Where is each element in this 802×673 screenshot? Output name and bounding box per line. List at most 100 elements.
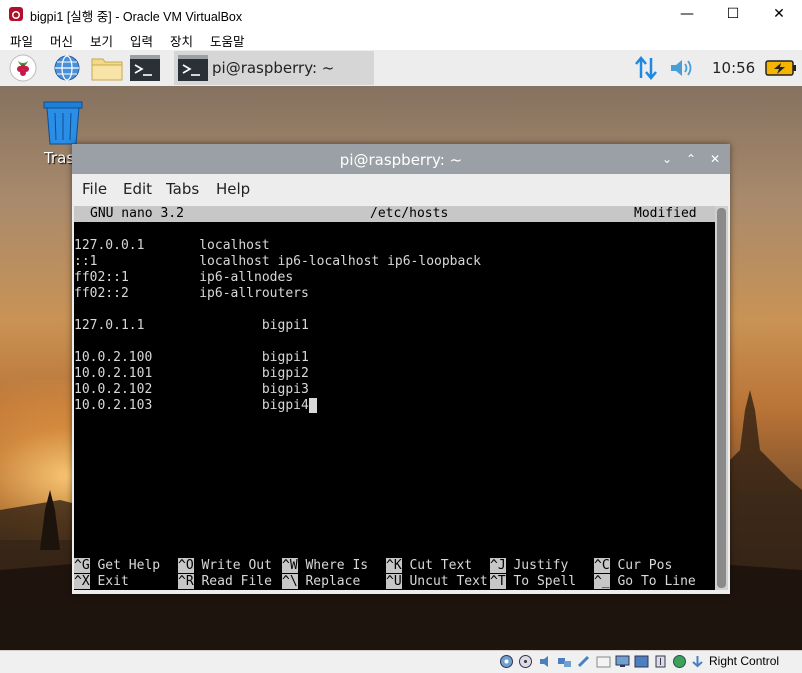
nano-shortcut: ^X Exit	[74, 574, 129, 590]
nano-shortcut-key: ^X	[74, 574, 90, 589]
nano-file-line: 10.0.2.102 bigpi3	[74, 382, 309, 397]
nano-shortcut: ^\ Replace	[282, 574, 360, 590]
terminal-menu-help[interactable]: Help	[216, 180, 250, 198]
display-status-icon[interactable]	[615, 654, 630, 669]
nano-file-line: ff02::1 ip6-allnodes	[74, 270, 294, 285]
optical-drive-status-icon[interactable]	[518, 654, 533, 669]
globe-icon	[54, 55, 80, 81]
nano-shortcut: ^C Cur Pos	[594, 558, 672, 574]
nano-shortcut-label: Get Help	[89, 558, 161, 573]
nano-shortcut-key: ^_	[594, 574, 610, 589]
terminal-menu-tabs[interactable]: Tabs	[166, 180, 199, 198]
nano-file-line: 10.0.2.100 bigpi1	[74, 350, 309, 365]
nano-filename: /etc/hosts	[370, 206, 449, 221]
hard-disk-status-icon[interactable]	[499, 654, 514, 669]
shared-folders-status-icon[interactable]	[596, 654, 611, 669]
terminal-title-bar[interactable]: pi@raspberry: ~ ⌄ ⌃ ✕	[72, 144, 730, 174]
nano-file-line: ::1 localhost ip6-localhost ip6-loopback	[74, 254, 481, 269]
terminal-maximize-button[interactable]: ⌃	[682, 150, 700, 168]
nano-shortcut-label: Justify	[505, 558, 569, 573]
nano-shortcut-label: Go To Line	[609, 574, 696, 589]
nano-shortcut: ^G Get Help	[74, 558, 160, 574]
raspberry-pi-icon	[9, 54, 37, 82]
terminal-icon	[178, 55, 208, 81]
file-manager-launcher[interactable]	[90, 53, 124, 83]
terminal-menu-bar: File Edit Tabs Help	[72, 174, 730, 204]
terminal-scrollbar[interactable]	[715, 206, 728, 590]
nano-shortcut-key: ^T	[490, 574, 506, 589]
speaker-icon	[671, 60, 692, 76]
mouse-integration-status-icon[interactable]	[690, 654, 705, 669]
taskbar-terminal-window-button[interactable]: pi@raspberry: ~	[174, 51, 374, 85]
recording-status-icon[interactable]	[634, 654, 649, 669]
terminal-icon	[130, 55, 160, 81]
nano-shortcut: ^_ Go To Line	[594, 574, 696, 590]
nano-shortcut-label: Cut Text	[401, 558, 473, 573]
nano-shortcut-key: ^O	[178, 558, 194, 573]
nano-shortcut: ^O Write Out	[178, 558, 272, 574]
network-status-icon[interactable]	[557, 654, 572, 669]
terminal-window: pi@raspberry: ~ ⌄ ⌃ ✕ File Edit Tabs Hel…	[72, 144, 730, 594]
terminal-console[interactable]: GNU nano 3.2 /etc/hosts Modified 127.0.0…	[74, 206, 715, 590]
nano-shortcut: ^W Where Is	[282, 558, 368, 574]
nano-shortcut-key: ^J	[490, 558, 506, 573]
nano-file-line: 127.0.0.1 localhost	[74, 238, 270, 253]
guest-additions-status-icon[interactable]	[672, 654, 687, 669]
web-browser-launcher[interactable]	[52, 53, 82, 83]
text-cursor	[308, 398, 317, 413]
host-menu-devices[interactable]: 장치	[170, 31, 193, 50]
nano-file-line: 10.0.2.101 bigpi2	[74, 366, 309, 381]
host-minimize-button[interactable]: —	[664, 0, 710, 28]
taskbar-window-title: pi@raspberry: ~	[212, 59, 335, 77]
battery-charging-icon	[765, 60, 796, 76]
host-key-indicator[interactable]: Right Control	[709, 654, 779, 668]
guest-desktop: pi@raspberry: ~ 10:56 Tras pi@raspberry:…	[0, 50, 802, 650]
clock[interactable]: 10:56	[712, 59, 755, 77]
terminal-menu-file[interactable]: File	[82, 180, 107, 198]
host-menu-file[interactable]: 파일	[10, 31, 33, 50]
nano-shortcut-label: Cur Pos	[609, 558, 673, 573]
nano-header-bar: GNU nano 3.2 /etc/hosts Modified	[74, 206, 715, 222]
trash-desktop-icon[interactable]	[40, 100, 86, 146]
power-tray-button[interactable]	[764, 56, 798, 80]
nano-shortcut-key: ^\	[282, 574, 298, 589]
nano-shortcut-label: To Spell	[505, 574, 577, 589]
nano-shortcut-key: ^C	[594, 558, 610, 573]
terminal-minimize-button[interactable]: ⌄	[658, 150, 676, 168]
nano-shortcut-label: Uncut Text	[401, 574, 488, 589]
nano-shortcut-key: ^R	[178, 574, 194, 589]
virtualbox-raspberry-icon	[9, 7, 23, 21]
host-menu-view[interactable]: 보기	[90, 31, 113, 50]
host-menu-help[interactable]: 도움말	[210, 31, 245, 50]
nano-shortcut: ^U Uncut Text	[386, 574, 488, 590]
host-close-button[interactable]: ✕	[756, 0, 802, 28]
nano-file-line: 127.0.1.1 bigpi1	[74, 318, 309, 333]
terminal-launcher[interactable]	[130, 53, 160, 83]
terminal-close-button[interactable]: ✕	[706, 150, 724, 168]
nano-shortcut-label: Exit	[89, 574, 129, 589]
host-menu-bar: 파일 머신 보기 입력 장치 도움말	[0, 28, 802, 50]
raspberry-menu-button[interactable]	[8, 53, 38, 83]
nano-shortcut: ^J Justify	[490, 558, 568, 574]
taskbar: pi@raspberry: ~ 10:56	[0, 50, 802, 86]
host-menu-input[interactable]: 입력	[130, 31, 153, 50]
nano-shortcut: ^R Read File	[178, 574, 272, 590]
host-window-title: bigpi1 [실행 중] - Oracle VM VirtualBox	[30, 10, 243, 24]
audio-status-icon[interactable]	[538, 654, 553, 669]
host-maximize-button[interactable]: ☐	[710, 0, 756, 28]
nano-file-line: 10.0.2.103 bigpi4	[74, 398, 317, 414]
nano-shortcut-label: Write Out	[193, 558, 272, 573]
folder-icon	[91, 58, 123, 81]
terminal-scrollbar-thumb[interactable]	[717, 208, 726, 588]
network-tray-button[interactable]	[632, 56, 660, 80]
nano-shortcut-label: Replace	[297, 574, 361, 589]
terminal-menu-edit[interactable]: Edit	[123, 180, 152, 198]
host-menu-machine[interactable]: 머신	[50, 31, 73, 50]
trash-label: Tras	[44, 149, 75, 167]
nano-shortcut-key: ^U	[386, 574, 402, 589]
host-title-bar: bigpi1 [실행 중] - Oracle VM VirtualBox — ☐…	[0, 0, 802, 28]
nano-modified-state: Modified	[634, 206, 697, 221]
usb-status-icon[interactable]	[576, 654, 591, 669]
cpu-status-icon[interactable]	[653, 654, 668, 669]
volume-tray-button[interactable]	[668, 56, 696, 80]
